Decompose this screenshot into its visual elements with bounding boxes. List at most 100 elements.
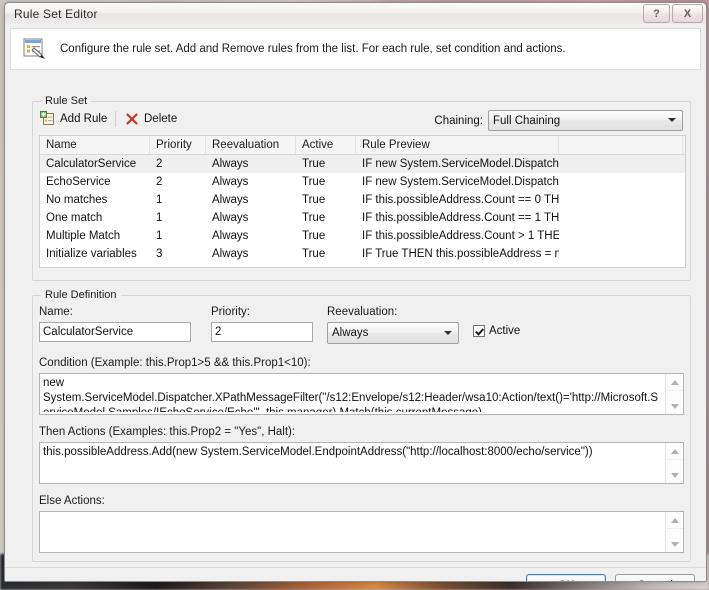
- cell-reevaluation: Always: [212, 176, 249, 188]
- cell-reevaluation: Always: [212, 158, 249, 170]
- cell-priority: 2: [156, 176, 163, 188]
- scroll-up-button[interactable]: [666, 512, 683, 529]
- cancel-button[interactable]: Cancel: [615, 574, 695, 581]
- cell-rule-preview: IF True THEN this.possibleAddress = ne..…: [362, 248, 559, 260]
- reevaluation-value: Always: [332, 327, 369, 339]
- chevron-down-icon: [444, 331, 452, 335]
- condition-label: Condition (Example: this.Prop1>5 && this…: [39, 357, 311, 369]
- table-row[interactable]: CalculatorService 2 Always True IF new S…: [40, 155, 685, 173]
- header-description: Configure the rule set. Add and Remove r…: [60, 43, 566, 55]
- cell-name: CalculatorService: [46, 158, 137, 170]
- cell-active: True: [302, 230, 326, 242]
- caret-down-icon: [670, 473, 679, 478]
- else-actions-scrollbar[interactable]: [665, 512, 683, 552]
- toolbar-separator: [115, 111, 116, 127]
- table-row[interactable]: Multiple Match 1 Always True IF this.pos…: [40, 227, 685, 245]
- scroll-down-button[interactable]: [666, 398, 683, 414]
- caret-up-icon: [670, 518, 679, 523]
- chaining-select[interactable]: Full Chaining: [488, 110, 683, 131]
- rule-definition-group: Rule Definition Name: CalculatorService …: [32, 289, 691, 562]
- title-bar-buttons: ? X: [643, 4, 703, 23]
- reevaluation-select[interactable]: Always: [327, 322, 459, 344]
- table-row[interactable]: No matches 1 Always True IF this.possibl…: [40, 191, 685, 209]
- name-input[interactable]: CalculatorService: [39, 322, 191, 342]
- table-row[interactable]: Initialize variables 3 Always True IF Tr…: [40, 245, 685, 263]
- column-header-rule-preview[interactable]: Rule Preview: [356, 136, 559, 154]
- rule-set-legend: Rule Set: [41, 95, 92, 107]
- cell-rule-preview: IF this.possibleAddress.Count > 1 THEN..…: [362, 230, 559, 242]
- add-rule-label: Add Rule: [60, 113, 108, 125]
- column-header-priority[interactable]: Priority: [150, 136, 206, 154]
- rule-set-group: Rule Set Add Rule Delete Chaining: Full …: [32, 95, 691, 281]
- delete-rule-button[interactable]: Delete: [124, 109, 177, 129]
- cell-reevaluation: Always: [212, 248, 249, 260]
- delete-rule-label: Delete: [144, 113, 178, 125]
- chaining-value: Full Chaining: [493, 114, 561, 127]
- column-header-active[interactable]: Active: [296, 136, 356, 154]
- cell-active: True: [302, 212, 326, 224]
- then-actions-scrollbar[interactable]: [665, 443, 683, 483]
- add-rule-button[interactable]: Add Rule: [40, 109, 107, 129]
- ok-button[interactable]: OK: [526, 574, 606, 581]
- cell-filler: [559, 227, 683, 245]
- title-bar[interactable]: Rule Set Editor ? X: [5, 3, 706, 25]
- scroll-up-button[interactable]: [666, 374, 683, 391]
- active-checkbox-label: Active: [489, 325, 521, 337]
- else-actions-editor[interactable]: [39, 511, 684, 553]
- window-client-area: Configure the rule set. Add and Remove r…: [5, 24, 706, 581]
- cell-active: True: [302, 248, 326, 260]
- cell-priority: 1: [156, 194, 163, 206]
- rules-grid[interactable]: Name Priority Reevaluation Active Rule P…: [39, 135, 686, 268]
- dialog-buttons: OK Cancel: [526, 574, 695, 581]
- checkbox-check-icon: [473, 325, 485, 337]
- cell-active: True: [302, 194, 326, 206]
- cell-priority: 2: [156, 158, 163, 170]
- active-checkbox[interactable]: Active: [473, 325, 520, 337]
- then-actions-label: Then Actions (Examples: this.Prop2 = "Ye…: [39, 426, 296, 438]
- cell-filler: [559, 209, 683, 227]
- condition-editor[interactable]: new System.ServiceModel.Dispatcher.XPath…: [39, 373, 684, 415]
- else-actions-label: Else Actions:: [39, 495, 105, 507]
- cell-active: True: [302, 158, 326, 170]
- priority-label: Priority:: [211, 306, 250, 318]
- delete-x-icon: [124, 111, 140, 127]
- cell-name: EchoService: [46, 176, 111, 188]
- rule-set-toolbar: Add Rule Delete Chaining: Full Chaining: [34, 108, 689, 132]
- scroll-up-button[interactable]: [666, 443, 683, 460]
- chaining-control: Chaining: Full Chaining: [434, 110, 683, 131]
- scroll-down-button[interactable]: [666, 536, 683, 552]
- priority-input[interactable]: 2: [211, 322, 313, 342]
- else-actions-value: [43, 514, 664, 550]
- column-header-filler[interactable]: [559, 136, 683, 154]
- condition-scrollbar[interactable]: [665, 374, 683, 414]
- rules-grid-header: Name Priority Reevaluation Active Rule P…: [40, 136, 685, 155]
- cell-priority: 1: [156, 212, 163, 224]
- then-actions-value: this.possibleAddress.Add(new System.Serv…: [43, 446, 593, 458]
- cell-rule-preview: IF new System.ServiceModel.Dispatche...: [362, 158, 559, 170]
- help-button[interactable]: ?: [643, 4, 670, 23]
- column-header-reevaluation[interactable]: Reevaluation: [206, 136, 296, 154]
- column-header-name[interactable]: Name: [40, 136, 150, 154]
- reevaluation-label: Reevaluation:: [327, 306, 398, 318]
- close-button[interactable]: X: [672, 4, 703, 23]
- cell-name: One match: [46, 212, 103, 224]
- caret-up-icon: [670, 380, 679, 385]
- rule-set-editor-window: Rule Set Editor ? X Configure the rule s…: [4, 2, 707, 582]
- cell-name: No matches: [46, 194, 108, 206]
- header-banner: Configure the rule set. Add and Remove r…: [10, 28, 701, 70]
- then-actions-editor[interactable]: this.possibleAddress.Add(new System.Serv…: [39, 442, 684, 484]
- window-title: Rule Set Editor: [14, 7, 98, 21]
- cell-filler: [559, 191, 683, 209]
- cell-filler: [559, 245, 683, 263]
- table-row[interactable]: EchoService 2 Always True IF new System.…: [40, 173, 685, 191]
- rule-list-pen-icon: [21, 36, 47, 62]
- cell-reevaluation: Always: [212, 230, 249, 242]
- cell-rule-preview: IF new System.ServiceModel.Dispatche...: [362, 176, 559, 188]
- condition-value: new System.ServiceModel.Dispatcher.XPath…: [43, 377, 659, 412]
- cell-name: Initialize variables: [46, 248, 137, 260]
- cell-reevaluation: Always: [212, 194, 249, 206]
- scroll-down-button[interactable]: [666, 467, 683, 483]
- name-label: Name:: [39, 306, 73, 318]
- cell-active: True: [302, 176, 326, 188]
- table-row[interactable]: One match 1 Always True IF this.possible…: [40, 209, 685, 227]
